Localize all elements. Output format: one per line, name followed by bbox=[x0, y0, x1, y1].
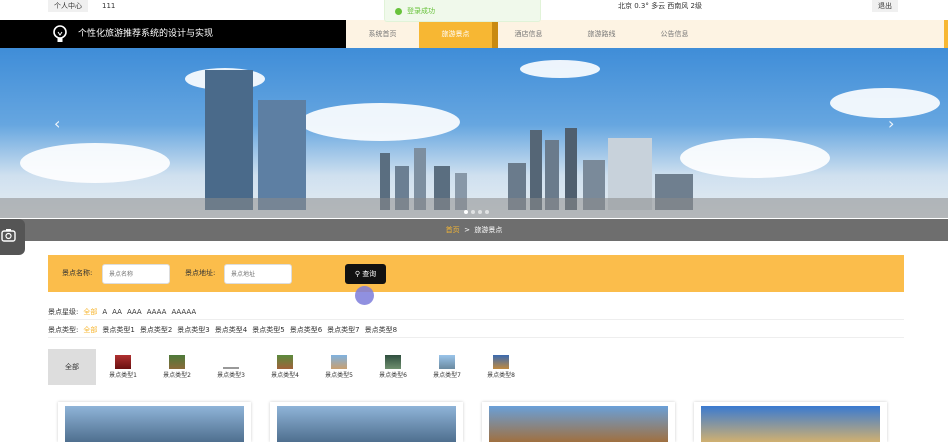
category-item[interactable]: 景点类型2 bbox=[150, 349, 204, 385]
banner-carousel[interactable]: ‹ › bbox=[0, 48, 948, 218]
attraction-card[interactable] bbox=[58, 402, 251, 442]
type-option[interactable]: 全部 bbox=[83, 322, 97, 337]
category-thumbnail bbox=[385, 355, 401, 369]
carousel-dot[interactable] bbox=[485, 210, 489, 214]
category-thumbnail bbox=[439, 355, 455, 369]
category-item[interactable]: 景点类型7 bbox=[420, 349, 474, 385]
level-filter: 景点星级: 全部 A AA AAA AAAA AAAAA bbox=[48, 304, 904, 320]
level-option[interactable]: A bbox=[102, 304, 107, 319]
header: 个性化旅游推荐系统的设计与实现 系统首页 旅游景点 酒店信息 旅游路线 公告信息 bbox=[0, 20, 948, 48]
city-skyline bbox=[0, 70, 948, 218]
chevron-left-icon[interactable]: ‹ bbox=[54, 114, 60, 133]
type-option[interactable]: 景点类型5 bbox=[252, 322, 284, 337]
type-option[interactable]: 景点类型4 bbox=[215, 322, 247, 337]
type-option[interactable]: 景点类型2 bbox=[140, 322, 172, 337]
camera-button[interactable] bbox=[0, 219, 25, 255]
level-label: 景点星级: bbox=[48, 308, 79, 316]
attraction-image bbox=[489, 406, 668, 442]
chevron-right-icon[interactable]: › bbox=[888, 114, 894, 133]
address-input[interactable] bbox=[224, 264, 292, 284]
attraction-image bbox=[701, 406, 880, 442]
attraction-card[interactable] bbox=[270, 402, 463, 442]
mouse-cursor bbox=[355, 286, 374, 305]
category-label: 景点类型3 bbox=[217, 372, 245, 379]
category-item[interactable]: 景点类型8 bbox=[474, 349, 528, 385]
category-item[interactable]: 景点类型1 bbox=[96, 349, 150, 385]
category-thumbnail bbox=[277, 355, 293, 369]
category-label: 景点类型7 bbox=[433, 372, 461, 379]
type-option[interactable]: 景点类型3 bbox=[177, 322, 209, 337]
category-all[interactable]: 全部 bbox=[48, 349, 96, 385]
category-item[interactable]: 景点类型4 bbox=[258, 349, 312, 385]
type-option[interactable]: 景点类型7 bbox=[327, 322, 359, 337]
nav-item-notices[interactable]: 公告信息 bbox=[638, 20, 711, 48]
success-toast: 登录成功 bbox=[384, 0, 541, 22]
lightbulb-icon bbox=[53, 25, 67, 42]
carousel-dot[interactable] bbox=[464, 210, 468, 214]
category-label: 景点类型6 bbox=[379, 372, 407, 379]
address-label: 景点地址: bbox=[185, 269, 216, 277]
carousel-dot[interactable] bbox=[471, 210, 475, 214]
category-label: 景点类型1 bbox=[109, 372, 137, 379]
type-option[interactable]: 景点类型6 bbox=[290, 322, 322, 337]
attraction-card[interactable] bbox=[694, 402, 887, 442]
level-option[interactable]: AA bbox=[112, 304, 122, 319]
level-option[interactable]: AAAA bbox=[147, 304, 167, 319]
username: 111 bbox=[102, 2, 116, 10]
search-icon: ⚲ bbox=[354, 270, 360, 278]
category-item[interactable]: 景点类型5 bbox=[312, 349, 366, 385]
category-label: 景点类型8 bbox=[487, 372, 515, 379]
breadcrumb-bar: 首页 > 旅游景点 bbox=[0, 219, 948, 241]
carousel-dots bbox=[464, 210, 489, 214]
nav-item-routes[interactable]: 旅游路线 bbox=[565, 20, 638, 48]
main-nav: 系统首页 旅游景点 酒店信息 旅游路线 公告信息 bbox=[346, 20, 711, 48]
type-filter: 景点类型: 全部 景点类型1 景点类型2 景点类型3 景点类型4 景点类型5 景… bbox=[48, 322, 904, 338]
category-thumbnail bbox=[331, 355, 347, 369]
category-item[interactable]: 景点类型3 bbox=[204, 349, 258, 385]
nav-item-attractions[interactable]: 旅游景点 bbox=[419, 20, 498, 48]
category-thumbnail bbox=[223, 355, 239, 369]
breadcrumb-current: 旅游景点 bbox=[474, 226, 503, 234]
breadcrumb-separator: > bbox=[464, 226, 470, 234]
site-title: 个性化旅游推荐系统的设计与实现 bbox=[78, 29, 214, 39]
category-tiles: 全部 景点类型1 景点类型2 景点类型3 景点类型4 景点类型5 景点类型6 景… bbox=[48, 349, 528, 385]
category-item[interactable]: 景点类型6 bbox=[366, 349, 420, 385]
attraction-card[interactable] bbox=[482, 402, 675, 442]
search-button-label: 查询 bbox=[362, 270, 377, 278]
level-option[interactable]: AAAAA bbox=[171, 304, 196, 319]
nav-item-home[interactable]: 系统首页 bbox=[346, 20, 419, 48]
brand: 个性化旅游推荐系统的设计与实现 bbox=[0, 20, 346, 48]
level-option[interactable]: AAA bbox=[127, 304, 142, 319]
category-thumbnail bbox=[169, 355, 185, 369]
type-label: 景点类型: bbox=[48, 326, 79, 334]
level-option[interactable]: 全部 bbox=[83, 304, 97, 319]
weather-info: 北京 0.3° 多云 西南风 2级 bbox=[618, 2, 702, 10]
attraction-image bbox=[65, 406, 244, 442]
toast-message: 登录成功 bbox=[407, 7, 435, 15]
name-label: 景点名称: bbox=[62, 269, 93, 277]
logout-button[interactable]: 退出 bbox=[872, 0, 898, 12]
breadcrumb: 首页 > 旅游景点 bbox=[0, 219, 948, 241]
user-center-button[interactable]: 个人中心 bbox=[48, 0, 88, 12]
attraction-image bbox=[277, 406, 456, 442]
breadcrumb-home[interactable]: 首页 bbox=[446, 226, 460, 234]
camera-icon bbox=[1, 229, 16, 242]
search-bar: 景点名称: 景点地址: ⚲ 查询 bbox=[48, 255, 904, 292]
category-thumbnail bbox=[115, 355, 131, 369]
carousel-dot[interactable] bbox=[478, 210, 482, 214]
category-thumbnail bbox=[493, 355, 509, 369]
category-label: 景点类型4 bbox=[271, 372, 299, 379]
type-option[interactable]: 景点类型1 bbox=[102, 322, 134, 337]
attraction-cards bbox=[58, 402, 887, 442]
nav-item-hotels[interactable]: 酒店信息 bbox=[492, 20, 565, 48]
name-input[interactable] bbox=[102, 264, 170, 284]
category-label: 景点类型2 bbox=[163, 372, 191, 379]
header-edge bbox=[944, 20, 948, 48]
category-label: 景点类型5 bbox=[325, 372, 353, 379]
search-button[interactable]: ⚲ 查询 bbox=[345, 264, 386, 284]
check-circle-icon bbox=[395, 8, 402, 15]
type-option[interactable]: 景点类型8 bbox=[365, 322, 397, 337]
